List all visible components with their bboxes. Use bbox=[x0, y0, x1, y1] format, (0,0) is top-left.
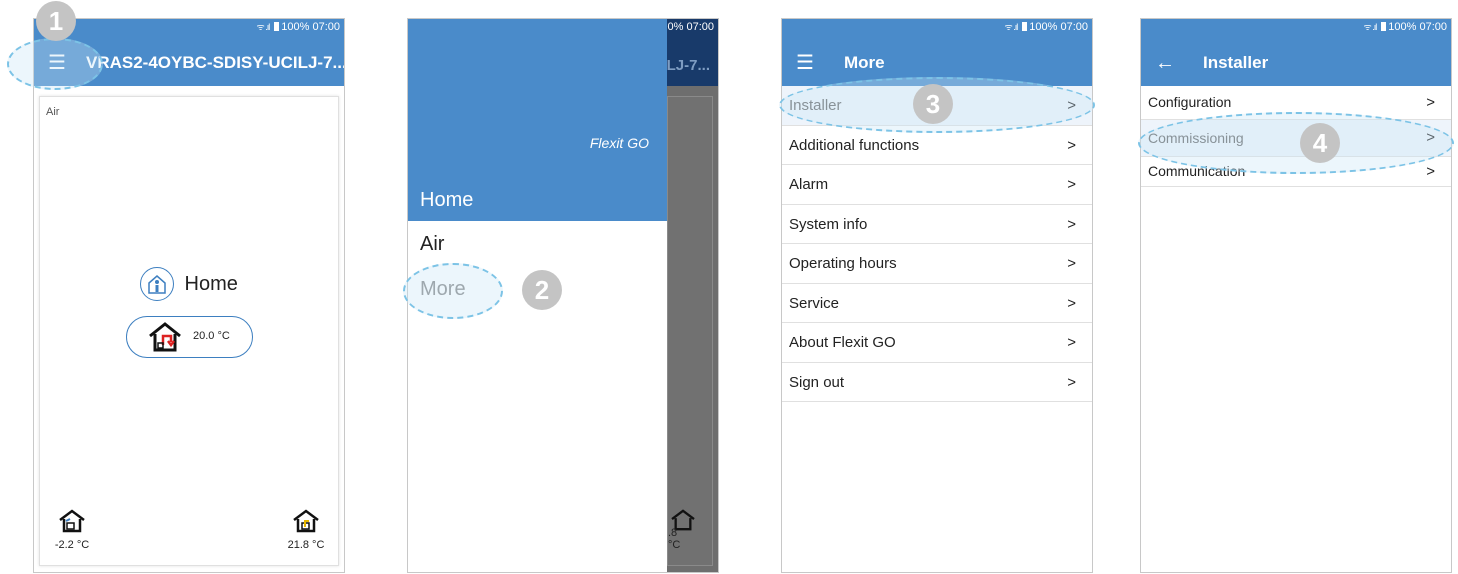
battery-level: 100% bbox=[1029, 21, 1058, 33]
menu-item-label: Commissioning bbox=[1148, 130, 1244, 146]
menu-item-label: Communication bbox=[1148, 163, 1246, 179]
back-arrow-icon[interactable]: ← bbox=[1155, 53, 1175, 73]
status-bar: ᯤ .ıl 100% 07:00 bbox=[1364, 19, 1447, 35]
drawer-brand: Flexit GO bbox=[589, 135, 649, 151]
battery-level: 100% bbox=[1388, 21, 1417, 33]
menu-item-system-info[interactable]: System info > bbox=[782, 205, 1092, 244]
menu-item-configuration[interactable]: Configuration > bbox=[1141, 86, 1451, 120]
supply-temp-value: 20.0 °C bbox=[193, 330, 230, 342]
menu-item-label: About Flexit GO bbox=[789, 334, 896, 351]
status-bar: ᯤ .ıl 100% 07:00 bbox=[257, 19, 340, 35]
step-badge-4: 4 bbox=[1300, 123, 1340, 163]
menu-item-additional-functions[interactable]: Additional functions > bbox=[782, 126, 1092, 165]
menu-item-commissioning[interactable]: Commissioning > bbox=[1141, 120, 1451, 157]
step-badge-3: 3 bbox=[913, 84, 953, 124]
signal-icon: ᯤ .ıl bbox=[256, 22, 271, 32]
battery-icon bbox=[1022, 22, 1028, 31]
dim-card: .8 °C bbox=[667, 96, 713, 566]
chevron-right-icon: > bbox=[1067, 97, 1076, 114]
chevron-right-icon: > bbox=[1067, 373, 1076, 391]
menu-item-about[interactable]: About Flexit GO > bbox=[782, 323, 1092, 363]
supply-temp-pill[interactable]: 20.0 °C bbox=[126, 316, 253, 358]
menu-item-communication[interactable]: Communication > bbox=[1141, 157, 1451, 187]
outdoor-temp: -2.2 °C bbox=[52, 509, 92, 551]
menu-item-label: System info bbox=[789, 215, 868, 233]
menu-item-sign-out[interactable]: Sign out > bbox=[782, 363, 1092, 402]
chevron-right-icon: > bbox=[1067, 176, 1076, 193]
chevron-right-icon: > bbox=[1067, 215, 1076, 233]
mode-label: Home bbox=[184, 272, 238, 295]
device-title: VRAS2-4OYBC-SDISY-UCILJ-7... bbox=[86, 53, 345, 72]
clock: 07:00 bbox=[312, 21, 340, 33]
signal-icon: ᯤ .ıl bbox=[1363, 22, 1378, 32]
extract-air-house-icon bbox=[293, 509, 319, 533]
clock: 07:00 bbox=[1060, 21, 1088, 33]
status-bar: ᯤ .ıl 100% 07:00 bbox=[1005, 19, 1088, 35]
hamburger-menu-icon[interactable]: ☰ bbox=[48, 53, 66, 73]
menu-item-service[interactable]: Service > bbox=[782, 284, 1092, 323]
menu-item-label: Alarm bbox=[789, 176, 829, 193]
step-badge-1: 1 bbox=[36, 1, 76, 41]
drawer-item-air[interactable]: Air bbox=[420, 233, 444, 256]
chevron-right-icon: > bbox=[1426, 94, 1435, 111]
outdoor-air-house-icon bbox=[59, 509, 85, 533]
menu-item-label: Service bbox=[789, 294, 840, 312]
person-mode-icon bbox=[140, 267, 175, 301]
app-bar: ᯤ .ıl 100% 07:00 ☰ VRAS2-4OYBC-SDISY-UCIL… bbox=[34, 19, 344, 86]
page-title: Installer bbox=[1203, 53, 1269, 72]
dim-title: LJ-7... bbox=[666, 57, 710, 74]
menu-item-label: Sign out bbox=[789, 373, 845, 391]
clock: 07:00 bbox=[686, 21, 714, 33]
indoor-temp-value: 21.8 °C bbox=[287, 539, 325, 551]
drawer-item-more[interactable]: More bbox=[420, 278, 466, 301]
chevron-right-icon: > bbox=[1426, 163, 1435, 180]
dim-temp-value: .8 °C bbox=[668, 527, 681, 551]
installer-menu-list: Configuration > Commissioning > Communicat… bbox=[1141, 86, 1451, 187]
card-label: Air bbox=[46, 106, 60, 118]
battery-icon bbox=[274, 22, 280, 31]
menu-item-operating-hours[interactable]: Operating hours > bbox=[782, 244, 1092, 284]
indoor-temp: 21.8 °C bbox=[286, 509, 326, 551]
app-bar: ᯤ .ıl 100% 07:00 ← Installer bbox=[1141, 19, 1451, 86]
signal-icon: ᯤ .ıl bbox=[1004, 22, 1019, 32]
chevron-right-icon: > bbox=[1067, 136, 1076, 154]
chevron-right-icon: > bbox=[1067, 294, 1076, 312]
page-title: More bbox=[844, 53, 885, 72]
menu-item-label: Configuration bbox=[1148, 94, 1232, 110]
chevron-right-icon: > bbox=[1426, 129, 1435, 146]
phone-home-screen: ᯤ .ıl 100% 07:00 ☰ VRAS2-4OYBC-SDISY-UCIL… bbox=[33, 18, 345, 573]
menu-item-label: Installer bbox=[789, 97, 842, 114]
battery-icon bbox=[1381, 22, 1387, 31]
air-card: Air Home 20.0 °C -2.2 °C 21.8 °C bbox=[39, 96, 339, 566]
chevron-right-icon: > bbox=[1067, 255, 1076, 272]
outdoor-temp-value: -2.2 °C bbox=[54, 539, 90, 551]
phone-installer-screen: ᯤ .ıl 100% 07:00 ← Installer Configuratio… bbox=[1140, 18, 1452, 573]
menu-item-label: Operating hours bbox=[789, 255, 897, 272]
hamburger-menu-icon[interactable]: ☰ bbox=[796, 53, 814, 73]
menu-item-label: Additional functions bbox=[789, 136, 920, 154]
supply-air-house-icon bbox=[149, 322, 181, 352]
more-menu-list: Installer > Additional functions > Alarm > … bbox=[782, 86, 1092, 402]
battery-level: 100% bbox=[281, 21, 310, 33]
menu-item-alarm[interactable]: Alarm > bbox=[782, 165, 1092, 205]
app-bar: ᯤ .ıl 100% 07:00 ☰ More bbox=[782, 19, 1092, 86]
drawer-item-home[interactable]: Home bbox=[420, 189, 473, 212]
mode-row[interactable]: Home bbox=[40, 267, 338, 301]
chevron-right-icon: > bbox=[1067, 334, 1076, 351]
drawer-header: Flexit GO Home bbox=[408, 19, 667, 221]
step-badge-2: 2 bbox=[522, 270, 562, 310]
clock: 07:00 bbox=[1419, 21, 1447, 33]
phone-drawer-screen: ᯤ .ıl100% 07:00 LJ-7... .8 °C Flexit GO … bbox=[407, 18, 719, 573]
